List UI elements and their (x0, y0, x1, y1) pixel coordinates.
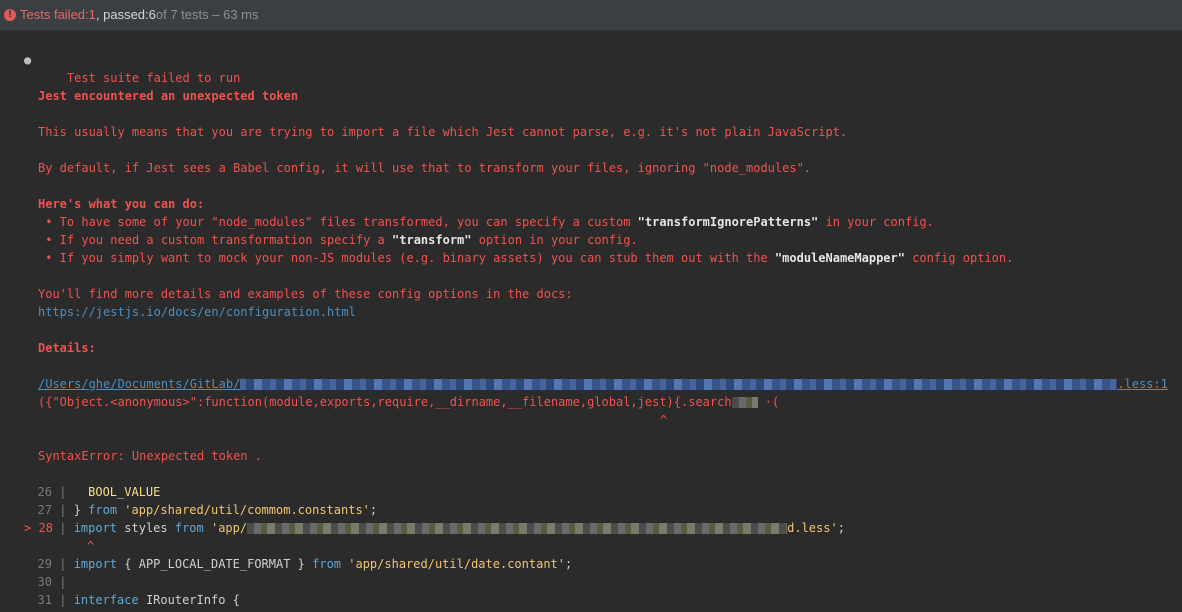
redacted-import-path (247, 523, 788, 534)
error-icon: ! (4, 9, 16, 21)
details-label: Details: (38, 341, 96, 355)
error-line-1: This usually means that you are trying t… (38, 125, 848, 139)
code-line-28: > 28 | import styles from 'app/d.less'; (24, 521, 845, 535)
passed-label: , passed: (95, 7, 149, 22)
failed-label: Tests failed: (20, 7, 89, 22)
more-details: You'll find more details and examples of… (38, 287, 573, 301)
tip-2: • If you need a custom transformation sp… (38, 233, 638, 247)
error-heading: Jest encountered an unexpected token (38, 89, 299, 103)
code-caret: ^ (87, 539, 95, 553)
test-status-bar: ! Tests failed: 1 , passed: 6 of 7 tests… (0, 0, 1182, 31)
code-line-30: 30 | (37, 575, 74, 589)
suite-title-line: ● Test suite failed to run (0, 51, 1182, 85)
redacted-path (240, 379, 1118, 390)
redacted-text (731, 397, 758, 408)
tip-1: • To have some of your "node_modules" fi… (38, 215, 934, 229)
error-marker: > (24, 521, 32, 535)
bullet-icon: ● (24, 53, 32, 67)
error-line-2: By default, if Jest sees a Babel config,… (38, 161, 812, 175)
todo-heading: Here's what you can do: (38, 197, 205, 211)
code-line-27: 27 | } from 'app/shared/util/commom.cons… (37, 503, 378, 517)
tests-summary: of 7 tests – 63 ms (155, 7, 259, 22)
passed-count: 6 (148, 7, 156, 22)
console-output[interactable]: ● Test suite failed to run Jest encounter… (0, 31, 1182, 609)
code-line-31: 31 | interface IRouterInfo { (37, 593, 240, 607)
tip-3: • If you simply want to mock your non-JS… (38, 251, 1014, 265)
code-line-26: 26 | BOOL_VALUE (37, 485, 161, 499)
docs-link[interactable]: https://jestjs.io/docs/en/configuration.… (0, 303, 1182, 321)
syntax-error: SyntaxError: Unexpected token . (38, 449, 262, 463)
anonymous-fn-line: ({"Object.<anonymous>":function(module,e… (38, 395, 780, 409)
file-path-link[interactable]: /Users/ghe/Documents/GitLab/.less:1 (0, 375, 1182, 393)
code-line-29: 29 | import { APP_LOCAL_DATE_FORMAT } fr… (37, 557, 573, 571)
caret-line: ^ (660, 413, 668, 427)
failed-count: 1 (88, 7, 96, 22)
